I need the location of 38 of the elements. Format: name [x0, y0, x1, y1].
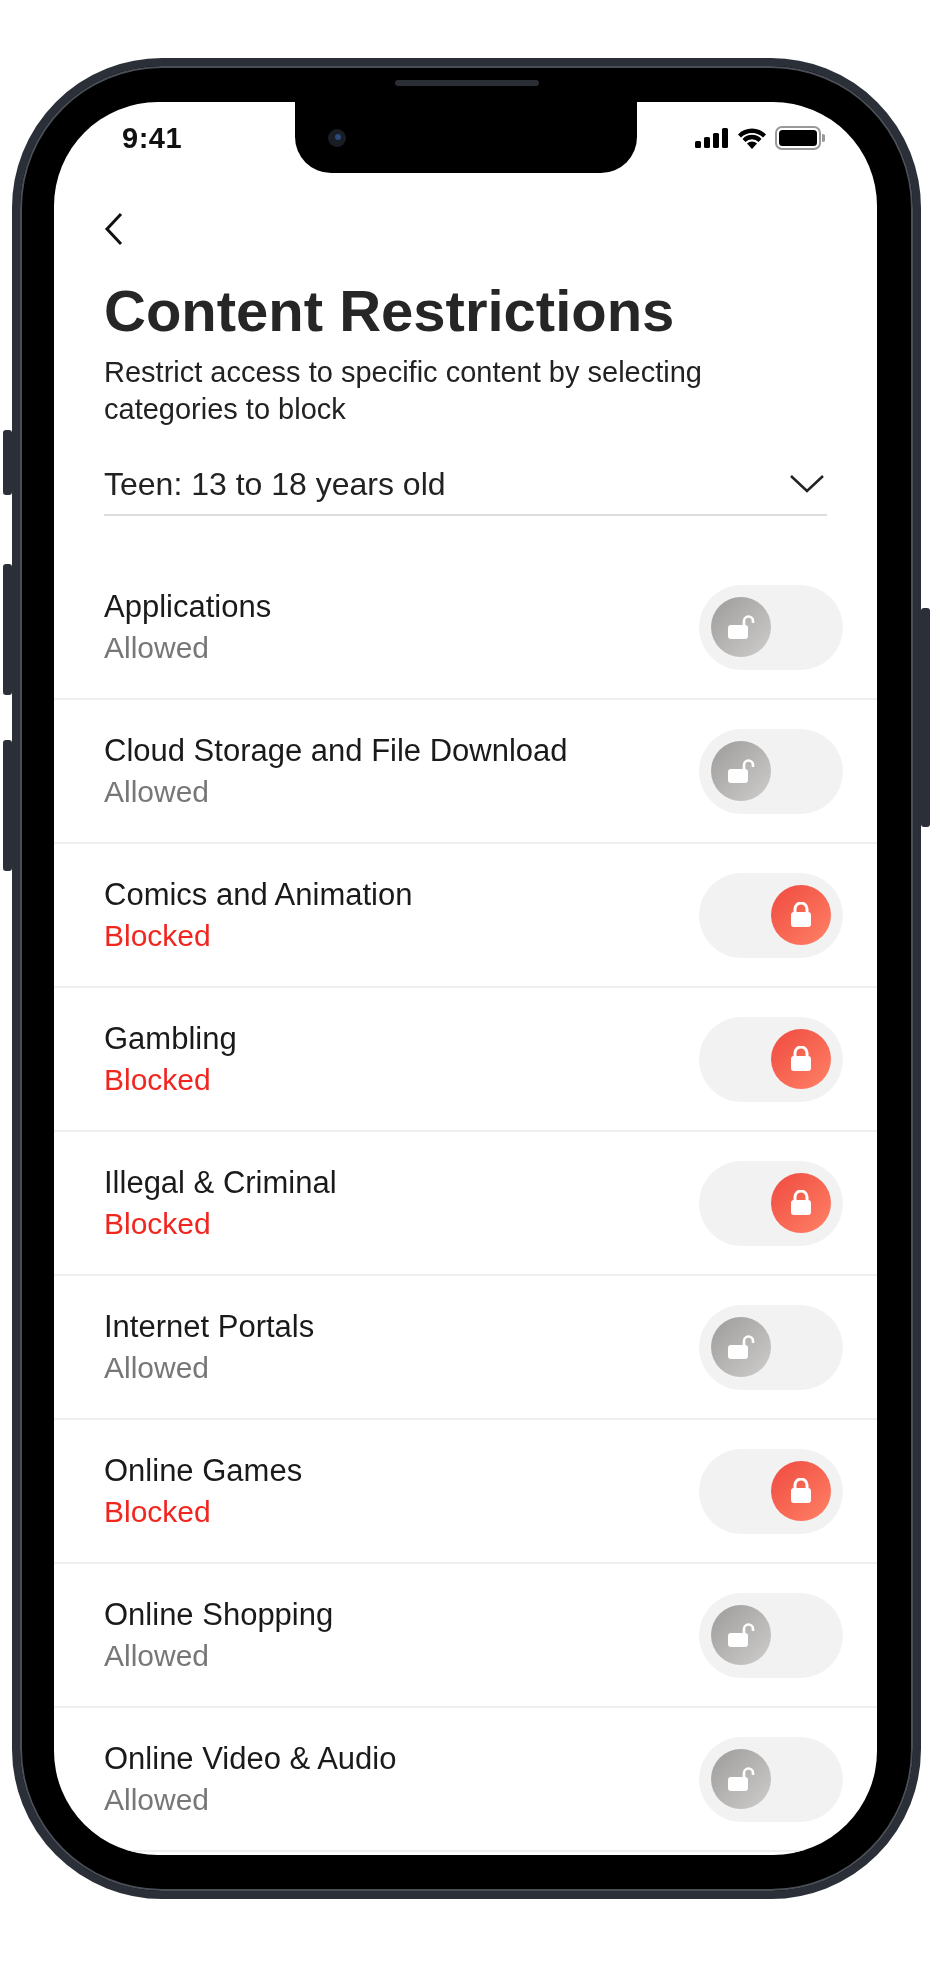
unlocked-icon	[727, 1766, 755, 1792]
page-description: Restrict access to specific content by selecting categories to block	[104, 355, 703, 427]
category-name: Gambling	[104, 1020, 237, 1058]
battery-icon	[775, 126, 825, 150]
category-name: Illegal & Criminal	[104, 1164, 337, 1202]
category-status: Allowed	[104, 1782, 211, 1818]
lock-icon	[789, 1046, 813, 1072]
category-status: Blocked	[104, 1206, 212, 1242]
camera-lens	[327, 127, 347, 148]
category-name: Cloud Storage and File Download	[104, 732, 568, 770]
lock-icon	[789, 1190, 813, 1216]
status-time: 9:41	[122, 121, 183, 155]
lock-icon	[789, 1478, 813, 1504]
wifi-icon	[737, 127, 767, 149]
category-status: Allowed	[104, 1350, 211, 1386]
category-name: Online Shopping	[104, 1596, 334, 1634]
unlocked-icon	[727, 1334, 755, 1360]
back-chevron-icon	[104, 211, 124, 246]
category-name: Online Video & Audio	[104, 1740, 397, 1778]
category-status: Blocked	[104, 918, 212, 954]
category-status: Blocked	[104, 1494, 212, 1530]
category-name: Internet Portals	[104, 1308, 315, 1346]
page-title: Content Restrictions	[104, 277, 676, 345]
signal-icon	[695, 128, 729, 148]
category-name: Applications	[104, 588, 272, 626]
lock-icon	[789, 902, 813, 928]
category-status: Allowed	[104, 1638, 211, 1674]
category-status: Blocked	[104, 1062, 212, 1098]
category-name: Comics and Animation	[104, 876, 413, 914]
dropdown-value: Teen: 13 to 18 years old	[104, 465, 446, 503]
category-status: Allowed	[104, 774, 211, 810]
unlocked-icon	[727, 1622, 755, 1648]
chevron-down-icon	[789, 474, 825, 494]
category-status: Allowed	[104, 630, 211, 666]
unlocked-icon	[727, 758, 755, 784]
unlocked-icon	[727, 614, 755, 640]
age-group-dropdown[interactable]: Teen: 13 to 18 years old	[104, 454, 827, 516]
category-name: Online Games	[104, 1452, 303, 1490]
